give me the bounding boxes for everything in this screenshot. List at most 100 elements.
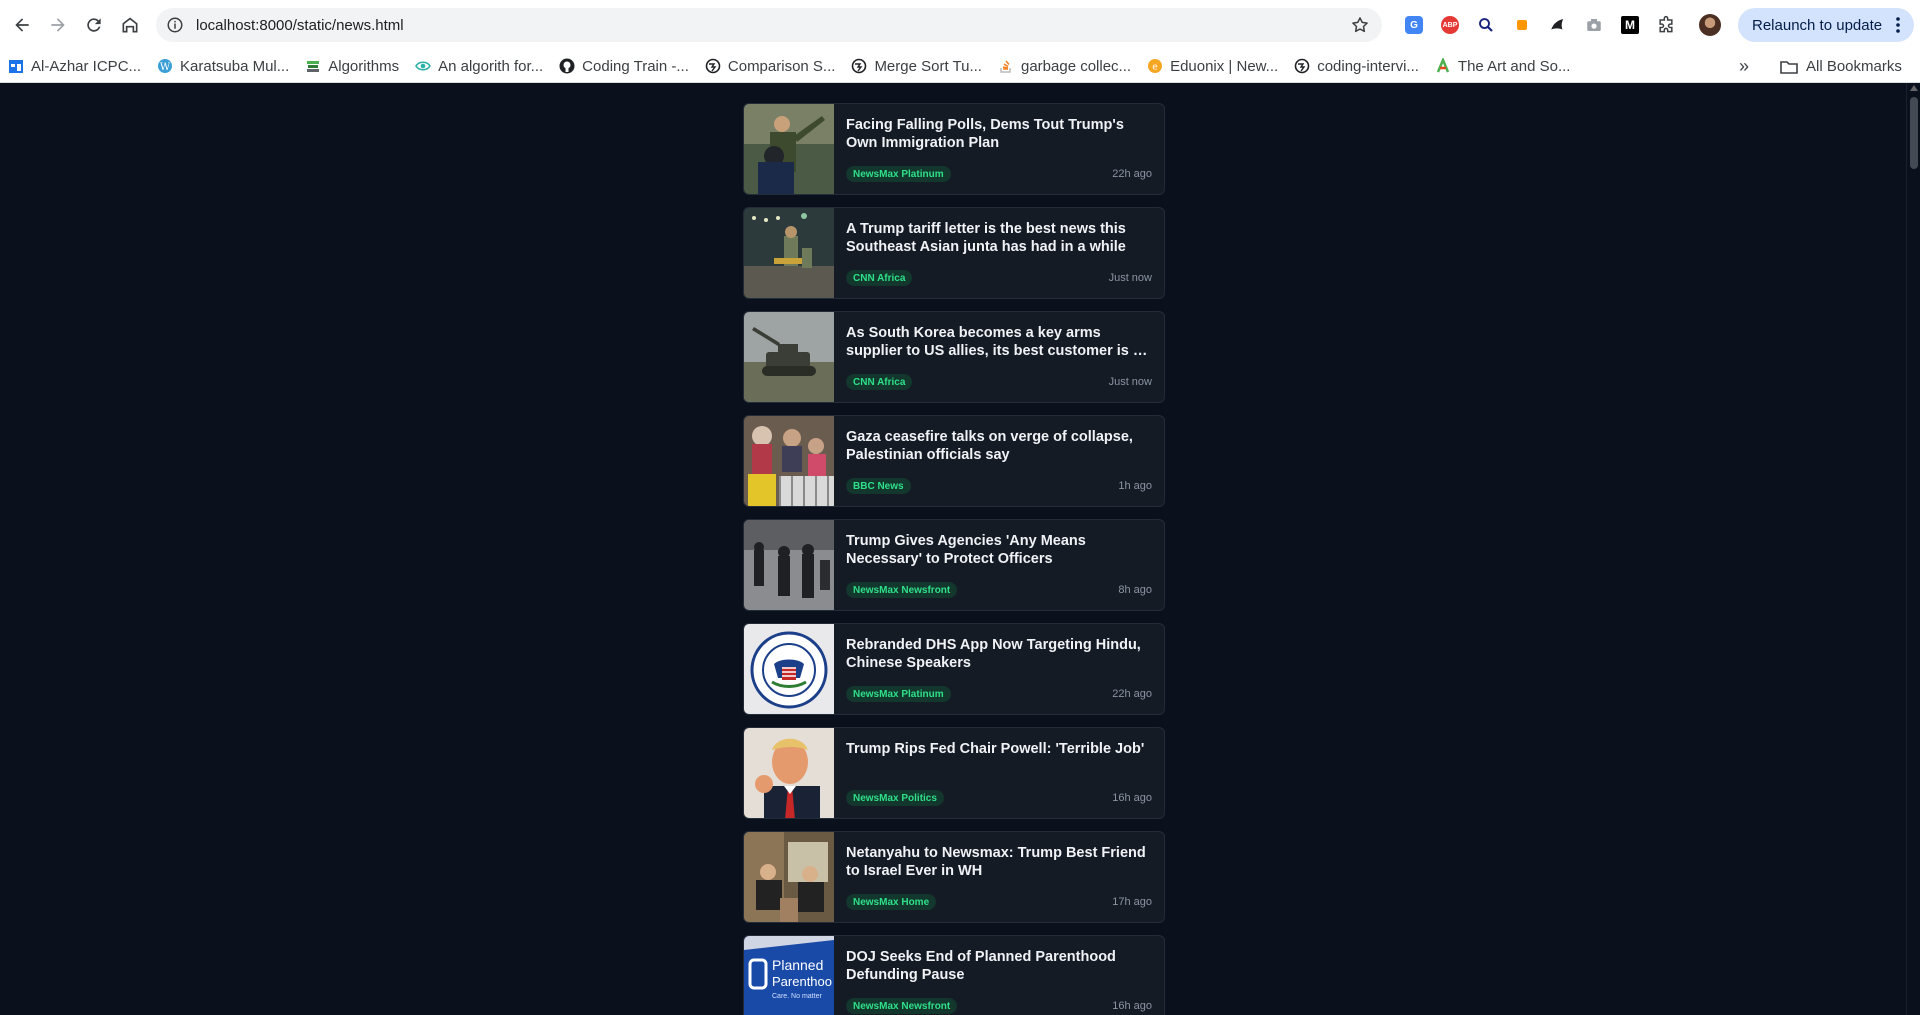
news-headline[interactable]: DOJ Seeks End of Planned Parenthood Defu… [846,948,1152,984]
url-text[interactable]: localhost:8000/static/news.html [196,17,404,34]
news-thumbnail[interactable] [744,104,834,194]
bookmark-item[interactable]: Coding Train -... [551,52,697,80]
news-thumbnail[interactable] [744,520,834,610]
profile-avatar[interactable] [1692,10,1728,40]
news-thumbnail[interactable] [744,312,834,402]
bookmark-item[interactable]: e Eduonix | New... [1139,52,1286,80]
forward-button[interactable] [40,7,76,43]
bookmark-star-icon[interactable] [1350,15,1370,35]
bookmark-label: Algorithms [328,57,400,75]
news-source-badge: CNN Africa [846,270,913,286]
news-timestamp: 16h ago [1112,1000,1152,1012]
extensions-puzzle-icon[interactable] [1648,10,1684,40]
news-timestamp: 22h ago [1112,688,1152,700]
back-button[interactable] [4,7,40,43]
news-card-body: Trump Rips Fed Chair Powell: 'Terrible J… [834,728,1164,818]
tab-manager-icon[interactable] [1540,10,1576,40]
bookmark-label: Merge Sort Tu... [874,57,982,75]
relaunch-label: Relaunch to update [1752,16,1883,34]
folder-icon [1780,60,1798,74]
scrollbar-thumb[interactable] [1910,97,1918,169]
news-timestamp: 8h ago [1118,584,1152,596]
bookmark-item[interactable]: The Art and So... [1427,52,1579,80]
news-headline[interactable]: Facing Falling Polls, Dems Tout Trump's … [846,116,1152,152]
bookmark-item[interactable]: An algorith for... [407,52,551,80]
news-headline[interactable]: Rebranded DHS App Now Targeting Hindu, C… [846,636,1152,672]
bookmark-item[interactable]: W Karatsuba Mul... [149,52,297,80]
medium-icon[interactable]: M [1612,10,1648,40]
news-headline[interactable]: As South Korea becomes a key arms suppli… [846,324,1152,360]
bookmark-label: Comparison S... [727,57,836,75]
svg-text:e: e [1152,63,1158,73]
news-card[interactable]: Rebranded DHS App Now Targeting Hindu, C… [743,623,1165,715]
news-card[interactable]: As South Korea becomes a key arms suppli… [743,311,1165,403]
news-source-badge: BBC News [846,478,911,494]
bookmark-label: Coding Train -... [582,57,689,75]
relaunch-to-update-button[interactable]: Relaunch to update [1738,8,1914,42]
news-card[interactable]: Trump Gives Agencies 'Any Means Necessar… [743,519,1165,611]
scroll-up-arrow-icon[interactable] [1910,85,1918,91]
bookmark-item[interactable]: Comparison S... [697,52,844,80]
all-bookmarks-label: All Bookmarks [1806,58,1902,75]
news-thumbnail[interactable] [744,728,834,818]
camera-icon[interactable] [1576,10,1612,40]
news-card-body: Rebranded DHS App Now Targeting Hindu, C… [834,624,1164,714]
bookmarks-bar: Al-Azhar ICPC... W Karatsuba Mul... Algorit… [0,50,1920,83]
news-timestamp: 1h ago [1118,480,1152,492]
globe-icon [851,58,874,74]
bookmarks-overflow-chevron-icon[interactable]: » [1732,52,1756,80]
globe-icon [705,58,728,74]
news-timestamp: Just now [1108,272,1152,284]
page-scrollbar[interactable] [1906,83,1920,1015]
news-source-badge: NewsMax Newsfront [846,582,958,598]
site-info-icon[interactable] [166,16,184,34]
news-thumbnail[interactable] [744,624,834,714]
news-card-body: Netanyahu to Newsmax: Trump Best Friend … [834,832,1164,922]
bookstack-icon [305,58,328,74]
reload-icon [87,18,101,32]
page-viewport: Facing Falling Polls, Dems Tout Trump's … [0,83,1920,1015]
news-card[interactable]: Facing Falling Polls, Dems Tout Trump's … [743,103,1165,195]
news-thumbnail[interactable] [744,208,834,298]
news-headline[interactable]: A Trump tariff letter is the best news t… [846,220,1152,256]
more-menu-icon[interactable] [1890,16,1906,34]
news-card[interactable]: Trump Rips Fed Chair Powell: 'Terrible J… [743,727,1165,819]
colorful-icon [1435,58,1458,74]
eduonix-icon: e [1147,58,1170,74]
bookmark-item[interactable]: Al-Azhar ICPC... [0,52,149,80]
news-card-body: DOJ Seeks End of Planned Parenthood Defu… [834,936,1164,1015]
news-card[interactable]: Netanyahu to Newsmax: Trump Best Friend … [743,831,1165,923]
svg-text:Planned: Planned [772,957,823,973]
news-headline[interactable]: Gaza ceasefire talks on verge of collaps… [846,428,1152,464]
orange-square-icon[interactable] [1504,10,1540,40]
news-source-badge: NewsMax Politics [846,790,944,806]
news-source-badge: NewsMax Home [846,894,937,910]
bookmark-item[interactable]: Merge Sort Tu... [843,52,990,80]
bookmark-item[interactable]: garbage collec... [990,52,1139,80]
bookmark-item[interactable]: coding-intervi... [1286,52,1427,80]
search-lens-icon[interactable] [1468,10,1504,40]
news-card[interactable]: Planned Parenthoo Care. No matter DOJ Seeks… [743,935,1165,1015]
news-thumbnail[interactable]: Planned Parenthoo Care. No matter [744,936,834,1015]
reload-button[interactable] [76,7,112,43]
address-bar[interactable]: localhost:8000/static/news.html [156,8,1382,42]
news-headline[interactable]: Trump Gives Agencies 'Any Means Necessar… [846,532,1152,568]
news-timestamp: 16h ago [1112,792,1152,804]
news-headline[interactable]: Trump Rips Fed Chair Powell: 'Terrible J… [846,740,1152,758]
google-translate-icon[interactable]: G [1396,10,1432,40]
bookmark-item[interactable]: Algorithms [297,52,407,80]
home-button[interactable] [112,7,148,43]
bookmark-label: The Art and So... [1457,57,1571,75]
news-card[interactable]: Gaza ceasefire talks on verge of collaps… [743,415,1165,507]
news-card[interactable]: A Trump tariff letter is the best news t… [743,207,1165,299]
browser-toolbar: localhost:8000/static/news.html G ABP M … [0,0,1920,50]
news-thumbnail[interactable] [744,416,834,506]
all-bookmarks-button[interactable]: All Bookmarks [1780,50,1902,83]
globe-icon [1294,58,1317,74]
news-thumbnail[interactable] [744,832,834,922]
adblock-icon[interactable]: ABP [1432,10,1468,40]
news-headline[interactable]: Netanyahu to Newsmax: Trump Best Friend … [846,844,1152,880]
news-card-body: As South Korea becomes a key arms suppli… [834,312,1164,402]
github-icon [559,58,582,74]
eye-icon [415,58,438,74]
